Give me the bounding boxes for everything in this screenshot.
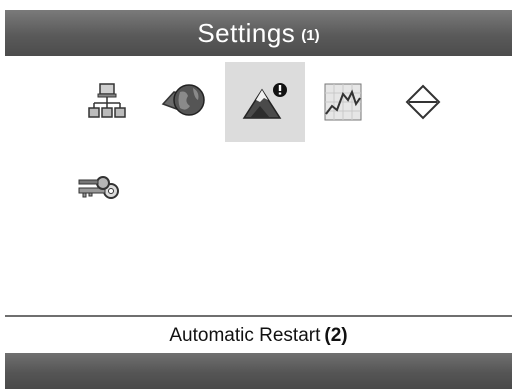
page-title: Settings — [197, 18, 296, 48]
divider-line — [5, 315, 512, 317]
keys-icon — [78, 176, 119, 199]
globe-icon — [161, 84, 205, 116]
system-alert-settings-button[interactable] — [225, 62, 305, 142]
internet-settings-button[interactable] — [145, 62, 225, 142]
footer-bar — [5, 353, 512, 389]
adjustment-settings-button[interactable] — [383, 62, 463, 142]
statistics-button[interactable] — [303, 62, 383, 142]
mountain-alert-icon — [242, 83, 287, 119]
chart-icon — [324, 83, 362, 121]
network-icon — [88, 83, 126, 118]
header-callout: (1) — [301, 27, 320, 44]
settings-screen: Settings (1) Automatic Restart (2) — [5, 10, 512, 389]
header-bar: Settings (1) — [5, 10, 512, 56]
selected-item-label: Automatic Restart — [169, 325, 321, 346]
status-callout: (2) — [324, 325, 348, 346]
network-settings-button[interactable] — [67, 62, 147, 142]
diamond-arrows-icon — [405, 84, 441, 120]
security-settings-button[interactable] — [60, 149, 140, 229]
status-line: Automatic Restart (2) — [5, 319, 512, 352]
